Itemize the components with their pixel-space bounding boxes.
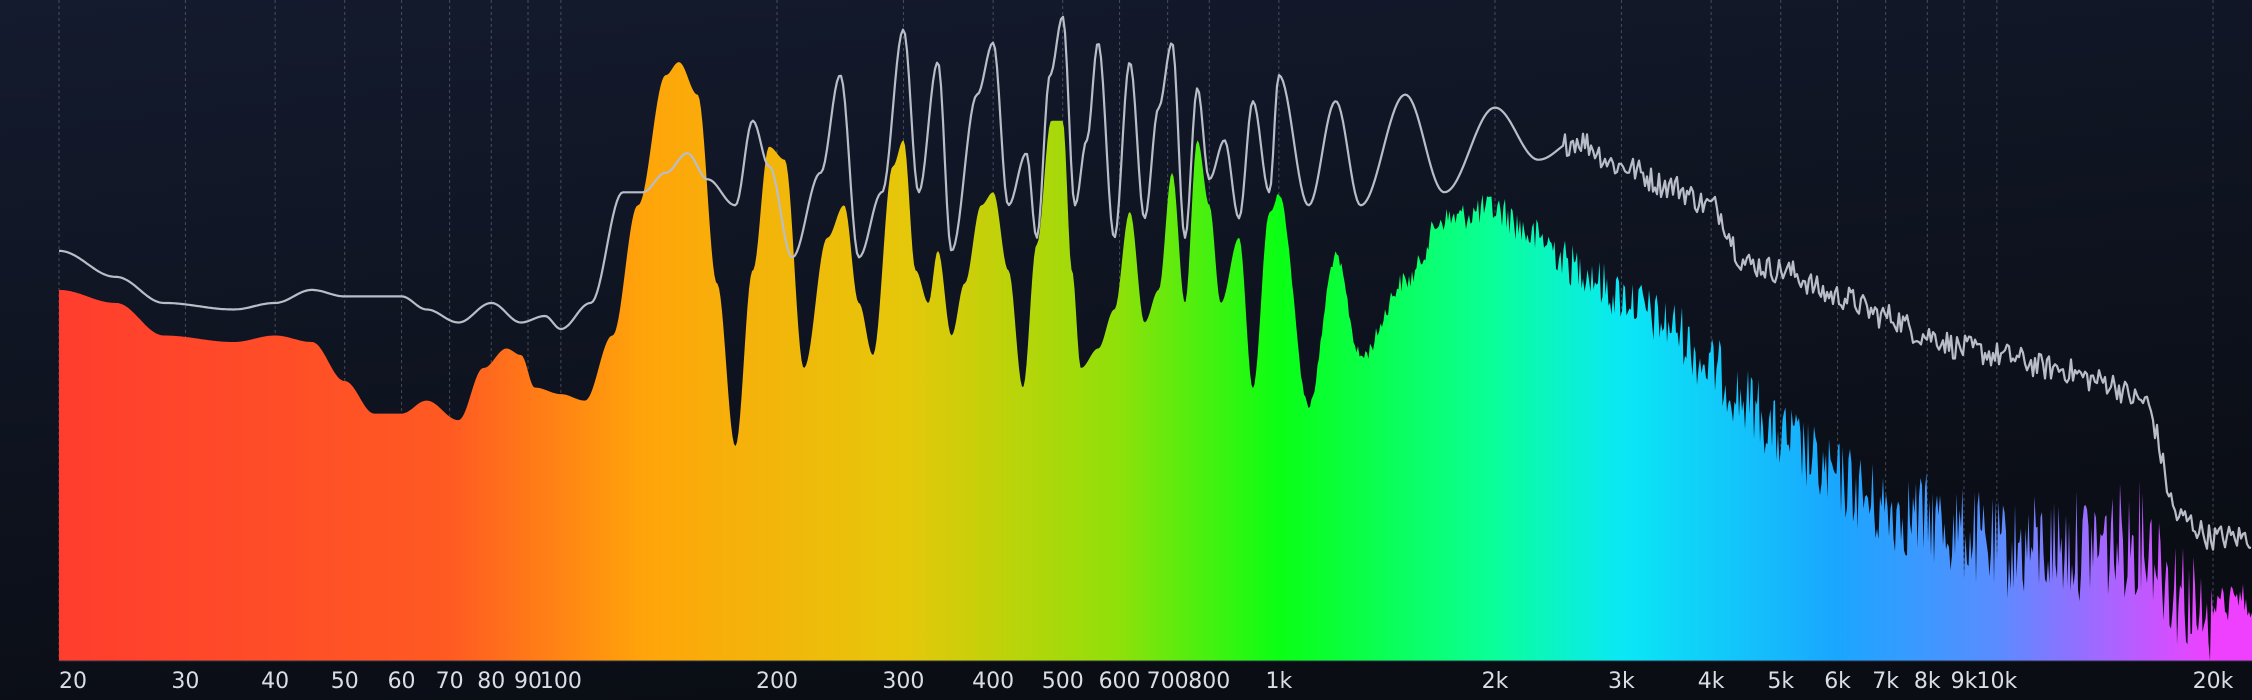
x-tick-label: 300 <box>882 669 924 694</box>
x-tick-label: 70 <box>436 669 464 694</box>
x-tick-label: 50 <box>331 669 359 694</box>
spectrum-analyzer: 20 30 40 50 60 70 80 90100 200 300 400 500 600 700 800… <box>0 0 2252 700</box>
x-tick-label: 400 <box>972 669 1014 694</box>
x-tick-label: 8k <box>1914 669 1941 694</box>
x-tick-label: 7k <box>1872 669 1899 694</box>
x-tick-label: 80 <box>477 669 505 694</box>
x-tick-label: 20k <box>2193 669 2234 694</box>
x-tick-label: 20 <box>59 669 87 694</box>
x-tick-label: 30 <box>171 669 199 694</box>
x-tick-label: 60 <box>388 669 416 694</box>
x-tick-label: 800 <box>1188 669 1230 694</box>
x-tick-label: 1k <box>1265 669 1292 694</box>
x-tick-label: 2k <box>1482 669 1509 694</box>
x-tick-label: 700 <box>1147 669 1189 694</box>
x-tick-label: 10k <box>1976 669 2017 694</box>
x-tick-label: 3k <box>1608 669 1635 694</box>
x-tick-label: 90 <box>514 669 542 694</box>
x-tick-label: 9k <box>1951 669 1978 694</box>
x-tick-label: 5k <box>1767 669 1794 694</box>
x-tick-label: 40 <box>261 669 289 694</box>
x-tick-label: 100 <box>540 669 582 694</box>
x-tick-label: 600 <box>1099 669 1141 694</box>
x-tick-label: 200 <box>756 669 798 694</box>
x-tick-label: 6k <box>1824 669 1851 694</box>
x-tick-label: 500 <box>1042 669 1084 694</box>
x-tick-label: 4k <box>1698 669 1725 694</box>
